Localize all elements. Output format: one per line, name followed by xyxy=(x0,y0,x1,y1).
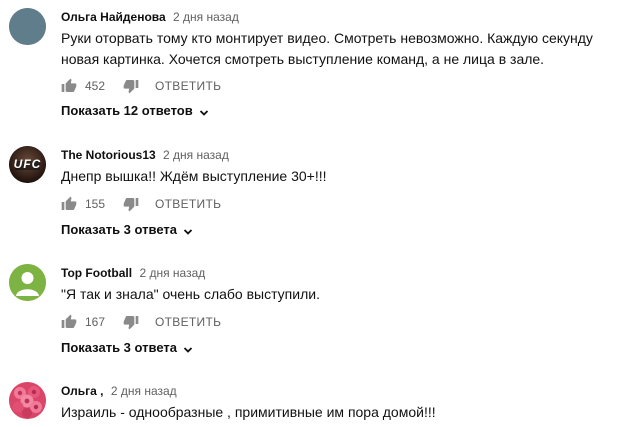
show-replies-label: Показать 3 ответа xyxy=(61,222,177,237)
avatar[interactable] xyxy=(9,264,46,301)
reply-button[interactable]: ОТВЕТИТЬ xyxy=(155,79,221,93)
comment: Ольга Найденова 2 дня назад Руки оторват… xyxy=(0,0,627,125)
person-avatar-icon xyxy=(9,264,46,301)
avatar[interactable] xyxy=(9,8,46,45)
comment-text: "Я так и знала" очень слабо выступили. xyxy=(61,286,320,302)
author-line: Ольга Найденова 2 дня назад xyxy=(61,10,239,24)
comment-time[interactable]: 2 дня назад xyxy=(173,10,239,24)
chevron-down-icon xyxy=(199,106,209,116)
ufc-avatar-text: UFC xyxy=(13,157,42,171)
comment: Top Football 2 дня назад "Я так и знала"… xyxy=(0,258,627,368)
thumbs-down-icon[interactable] xyxy=(123,196,139,212)
comment-time[interactable]: 2 дня назад xyxy=(139,266,205,280)
like-count: 167 xyxy=(85,315,106,329)
author-name[interactable]: Top Football xyxy=(61,266,132,280)
show-replies-button[interactable]: Показать 3 ответа xyxy=(61,222,193,237)
show-replies-label: Показать 3 ответа xyxy=(61,340,177,355)
thumbs-up-icon[interactable] xyxy=(61,78,77,94)
thumbs-up-icon[interactable] xyxy=(61,196,77,212)
comment-actions: 167 ОТВЕТИТЬ xyxy=(61,313,221,331)
thumbs-down-icon[interactable] xyxy=(123,314,139,330)
author-line: Top Football 2 дня назад xyxy=(61,266,205,280)
like-count: 452 xyxy=(85,79,106,93)
comment-text: Руки оторвать тому кто монтирует видео. … xyxy=(61,30,593,67)
author-line: The Notorious13 2 дня назад xyxy=(61,148,229,162)
author-name[interactable]: Ольга , xyxy=(61,384,104,398)
chevron-down-icon xyxy=(183,225,193,235)
reply-button[interactable]: ОТВЕТИТЬ xyxy=(155,197,221,211)
comment-text: Израиль - однообразные , примитивные им … xyxy=(61,404,436,420)
thumbs-down-icon[interactable] xyxy=(123,78,139,94)
comment-actions: 452 ОТВЕТИТЬ xyxy=(61,77,221,95)
show-replies-label: Показать 12 ответов xyxy=(61,103,193,118)
author-name[interactable]: Ольга Найденова xyxy=(61,10,166,24)
show-replies-button[interactable]: Показать 3 ответа xyxy=(61,340,193,355)
comment: UFC The Notorious13 2 дня назад Днепр вы… xyxy=(0,140,627,250)
author-name[interactable]: The Notorious13 xyxy=(61,148,156,162)
like-count: 155 xyxy=(85,197,106,211)
comment-actions: 155 ОТВЕТИТЬ xyxy=(61,195,221,213)
reply-button[interactable]: ОТВЕТИТЬ xyxy=(155,315,221,329)
roses-avatar-icon xyxy=(9,382,46,419)
thumbs-up-icon[interactable] xyxy=(61,314,77,330)
show-replies-button[interactable]: Показать 12 ответов xyxy=(61,103,209,118)
gray-circle-avatar-icon xyxy=(9,8,46,45)
comment-time[interactable]: 2 дня назад xyxy=(111,384,177,398)
comment-time[interactable]: 2 дня назад xyxy=(163,148,229,162)
comment-text: Днепр вышка!! Ждём выступление 30+!!! xyxy=(61,168,327,184)
comment: Ольга , 2 дня назад Израиль - однообразн… xyxy=(0,376,627,427)
author-line: Ольга , 2 дня назад xyxy=(61,384,177,398)
avatar[interactable]: UFC xyxy=(9,146,46,183)
chevron-down-icon xyxy=(183,343,193,353)
avatar[interactable] xyxy=(9,382,46,419)
